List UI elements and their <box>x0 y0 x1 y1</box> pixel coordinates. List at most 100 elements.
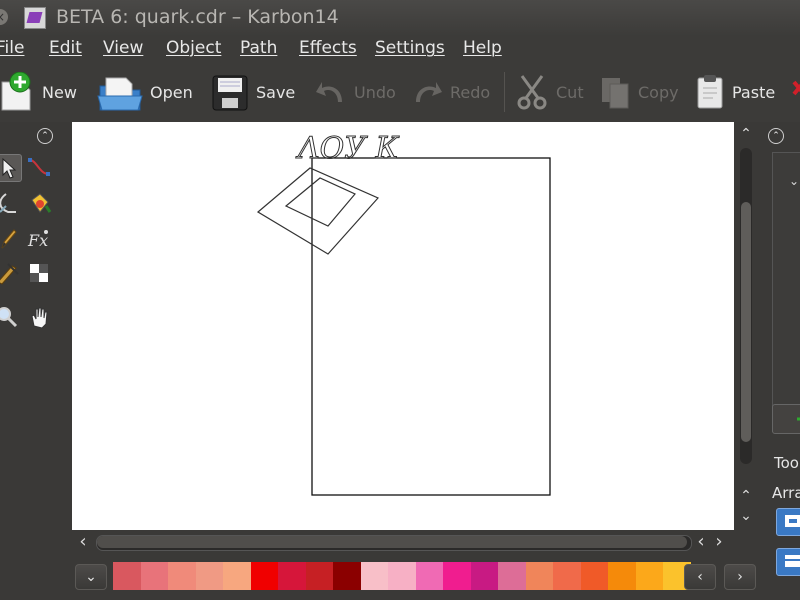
arrange-front-button[interactable] <box>776 508 800 536</box>
color-swatch[interactable] <box>470 562 498 590</box>
window-title: BETA 6: quark.cdr – Karbon14 <box>56 6 339 28</box>
docker-panel: ⌃ ⌄ Too Arra <box>764 122 800 600</box>
color-swatch[interactable] <box>223 562 251 590</box>
gradient-fill-tool-icon[interactable] <box>26 190 52 216</box>
color-swatch[interactable] <box>635 562 663 590</box>
open-folder-icon <box>96 72 144 112</box>
color-swatch[interactable] <box>113 562 141 590</box>
scissors-icon <box>514 72 550 112</box>
pencil-tool-icon[interactable] <box>0 226 20 252</box>
color-swatch[interactable] <box>305 562 333 590</box>
new-label: New <box>42 82 77 102</box>
color-swatch[interactable] <box>333 562 361 590</box>
menu-edit[interactable]: Edit <box>49 38 82 58</box>
copy-label: Copy <box>638 82 679 102</box>
new-document-icon <box>0 71 36 112</box>
paste-label: Paste <box>732 82 776 102</box>
menu-help[interactable]: Help <box>463 38 502 58</box>
menu-object[interactable]: Object <box>166 38 221 58</box>
redo-label: Redo <box>450 82 491 102</box>
scroll-up-icon[interactable]: ⌃ <box>737 126 755 142</box>
scroll-down-icon[interactable]: ⌄ <box>737 508 755 524</box>
delete-icon[interactable] <box>792 78 800 108</box>
main-toolbar: New Open Save Undo Redo Cut Copy Paste <box>0 62 800 122</box>
horizontal-scrollbar[interactable]: ‹ ‹ › <box>72 532 734 554</box>
color-palette-bar: ⌄ ‹ › <box>0 556 800 600</box>
menu-settings[interactable]: Settings <box>375 38 445 58</box>
color-swatch[interactable] <box>360 562 388 590</box>
undo-button[interactable]: Undo <box>314 68 396 116</box>
color-swatch[interactable] <box>388 562 416 590</box>
undo-label: Undo <box>354 82 396 102</box>
cut-button[interactable]: Cut <box>514 68 584 116</box>
docker-collapse-icon[interactable]: ⌃ <box>768 128 784 144</box>
scroll-left-small-icon[interactable]: ‹ <box>692 533 710 551</box>
save-button[interactable]: Save <box>210 68 295 116</box>
outer-diamond-shape[interactable] <box>256 167 379 255</box>
save-label: Save <box>256 82 296 102</box>
paste-button[interactable]: Paste <box>694 68 775 116</box>
open-button[interactable]: Open <box>96 68 193 116</box>
calligraphy-tool-icon[interactable] <box>0 260 20 286</box>
toolbar-separator <box>504 72 505 112</box>
color-swatch[interactable] <box>415 562 443 590</box>
horizontal-scroll-thumb[interactable] <box>97 536 687 548</box>
scroll-right-icon[interactable]: › <box>710 533 728 551</box>
bezier-tool-icon[interactable] <box>0 190 20 216</box>
color-swatch[interactable] <box>168 562 196 590</box>
color-swatch[interactable] <box>443 562 471 590</box>
path-edit-tool-icon[interactable] <box>26 154 52 180</box>
color-swatch[interactable] <box>498 562 526 590</box>
menu-bar: File Edit View Object Path Effects Settings Hel… <box>0 36 800 62</box>
vertical-scrollbar[interactable]: ⌃ ⌃ ⌄ <box>736 122 756 530</box>
palette-next-chevron-icon[interactable]: › <box>724 564 756 590</box>
inner-diamond-shape[interactable] <box>284 177 356 227</box>
color-swatch[interactable] <box>250 562 278 590</box>
color-swatch[interactable] <box>525 562 553 590</box>
menu-path[interactable]: Path <box>240 38 277 58</box>
svg-text:Fx: Fx <box>27 231 48 250</box>
page-rectangle-shape[interactable] <box>311 157 551 496</box>
panel-collapse-icon[interactable]: ⌃ <box>37 128 53 144</box>
zoom-tool-icon[interactable] <box>0 304 20 330</box>
tool-panel: ⌃ Fx <box>0 122 62 600</box>
scroll-left-icon[interactable]: ‹ <box>74 533 92 551</box>
redo-button[interactable]: Redo <box>410 68 490 116</box>
tool-options-label: Too <box>774 454 799 472</box>
canvas-artwork: ΛΟУ К <box>256 131 551 496</box>
color-swatch-strip <box>113 562 691 590</box>
arrange-label: Arra <box>772 484 800 502</box>
text-art-object[interactable]: ΛΟУ К <box>295 131 400 167</box>
arrange-back-button[interactable] <box>776 548 800 576</box>
docker-chevron-down-icon[interactable]: ⌄ <box>785 173 800 189</box>
effects-fx-tool-icon[interactable]: Fx <box>26 226 52 252</box>
docker-add-button[interactable] <box>772 404 800 434</box>
docker-content-area: ⌄ <box>772 152 800 432</box>
vertical-scroll-thumb[interactable] <box>741 202 751 442</box>
save-disk-icon <box>210 72 250 112</box>
color-swatch[interactable] <box>580 562 608 590</box>
menu-effects[interactable]: Effects <box>299 38 357 58</box>
select-tool-icon[interactable] <box>0 154 22 182</box>
scroll-up-small-icon[interactable]: ⌃ <box>737 488 755 504</box>
palette-menu-chevron-down-icon[interactable]: ⌄ <box>75 564 107 590</box>
color-swatch[interactable] <box>140 562 168 590</box>
menu-view[interactable]: View <box>103 38 143 58</box>
close-icon[interactable]: × <box>0 9 8 25</box>
pan-hand-tool-icon[interactable] <box>26 304 52 330</box>
open-label: Open <box>150 82 193 102</box>
pattern-tool-icon[interactable] <box>26 260 52 286</box>
new-button[interactable]: New <box>0 68 77 116</box>
color-swatch[interactable] <box>608 562 636 590</box>
redo-icon <box>410 72 444 112</box>
karbon-app-icon <box>24 7 46 29</box>
menu-file[interactable]: File <box>0 38 24 58</box>
color-swatch[interactable] <box>278 562 306 590</box>
palette-prev-chevron-icon[interactable]: ‹ <box>684 564 716 590</box>
copy-icon <box>598 72 632 112</box>
color-swatch[interactable] <box>195 562 223 590</box>
copy-button[interactable]: Copy <box>598 68 679 116</box>
drawing-canvas[interactable]: ΛΟУ К <box>72 122 734 530</box>
undo-icon <box>314 72 348 112</box>
color-swatch[interactable] <box>553 562 581 590</box>
